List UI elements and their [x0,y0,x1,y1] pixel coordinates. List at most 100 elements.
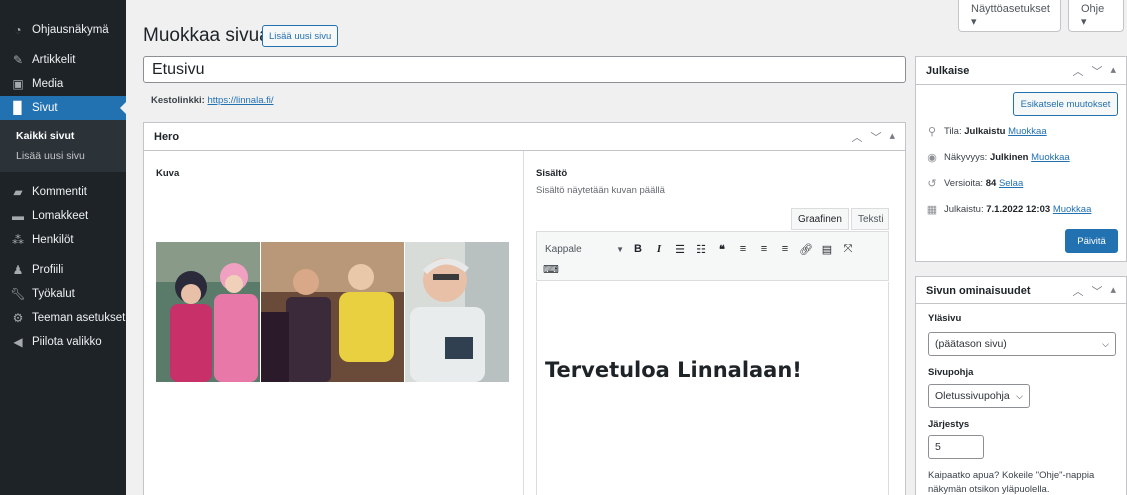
revisions-label: Versioita: [944,178,984,189]
user-icon: ♟ [12,263,24,277]
hero-title: Hero [154,130,180,143]
revisions-value: 84 [985,178,997,189]
collapse-icon: ◀ [13,335,23,349]
move-up-icon[interactable]: ︿ [1072,63,1083,79]
hero-photo-children[interactable] [156,242,260,382]
tab-text[interactable]: Teksti [851,208,889,230]
screen-options-button[interactable]: Näyttöasetukset ▾ [958,0,1061,32]
published-label: Julkaistu: [944,204,984,215]
image-label: Kuva [156,168,180,179]
pin-icon: ✎ [12,53,24,67]
status-value: Julkaistu [964,126,1006,137]
editor-toolbar: Kappale ▼ B I ☰ ☷ ❝ ≡ ≡ ≡ 🔗︎ ▤ ⤧ ⌨ [536,231,889,281]
visibility-value: Julkinen [989,152,1029,163]
add-new-page-button[interactable]: Lisää uusi sivu [262,25,339,47]
permalink: Kestolinkki: https://linnala.fi/ [151,95,274,106]
move-up-icon[interactable]: ︿ [851,129,862,145]
toggle-panel-icon[interactable]: ▴ [889,129,895,145]
hero-header: Hero ︿ ﹀ ▴ [144,123,905,151]
toggle-panel-icon[interactable]: ▴ [1110,283,1116,299]
media-icon: ▣ [12,77,24,91]
chevron-down-icon: ▼ [616,244,624,254]
sidebar-item-label: Profiili [32,264,64,276]
sidebar-item-label: Henkilöt [32,234,74,246]
hero-photo-elderly-man[interactable] [405,242,509,382]
numbered-list-icon[interactable]: ☷ [693,240,709,258]
sidebar-item-comments[interactable]: ▰ Kommentit [0,180,126,204]
hero-photo-dancers[interactable] [261,242,404,382]
sidebar-collapse-menu[interactable]: ◀ Piilota valikko [0,330,126,354]
bullet-list-icon[interactable]: ☰ [672,240,688,258]
align-center-icon[interactable]: ≡ [756,240,772,258]
link-icon[interactable]: 🔗︎ [798,240,814,258]
bold-icon[interactable]: B [630,240,646,258]
sidebar-item-label: Media [32,78,64,90]
content-label: Sisältö [536,168,568,179]
sidebar-item-theme-settings[interactable]: ⚙ Teeman asetukset [0,306,126,330]
attributes-help-text: Kaipaatko apua? Kokeile "Ohje"-nappia nä… [928,470,1095,495]
status-label: Tila: [944,126,962,137]
visibility-edit-link[interactable]: Muokkaa [1031,152,1070,163]
submenu-all-pages[interactable]: Kaikki sivut [0,126,126,146]
read-more-icon[interactable]: ▤ [819,240,835,258]
published-edit-link[interactable]: Muokkaa [1053,204,1092,215]
status-edit-link[interactable]: Muokkaa [1008,126,1047,137]
template-select-value: Oletussivupohja [935,390,1010,402]
parent-select[interactable]: (päätason sivu) ⌵ [928,332,1116,356]
sidebar-item-tools[interactable]: 🔧︎ Työkalut [0,282,126,306]
move-down-icon[interactable]: ﹀ [1091,63,1102,79]
tab-visual[interactable]: Graafinen [791,208,849,230]
wrench-icon: 🔧︎ [10,287,26,301]
preview-changes-button[interactable]: Esikatsele muutokset [1013,92,1118,116]
editor-heading: Tervetuloa Linnalaan! [545,358,802,382]
move-down-icon[interactable]: ﹀ [1091,283,1102,299]
order-label: Järjestys [928,419,970,430]
sidebar-item-posts[interactable]: ✎ Artikkelit [0,48,126,72]
toolbar-toggle-icon[interactable]: ⌨ [543,260,559,278]
italic-icon[interactable]: I [651,240,667,258]
revisions-icon: ↺ [927,178,937,190]
order-input[interactable]: 5 [928,435,984,459]
help-button[interactable]: Ohje ▾ [1068,0,1124,32]
template-select[interactable]: Oletussivupohja ⌵ [928,384,1030,408]
move-down-icon[interactable]: ﹀ [870,129,881,145]
sidebar-item-forms[interactable]: ▬ Lomakkeet [0,204,126,228]
eye-icon: ◉ [927,152,937,164]
fullscreen-icon[interactable]: ⤧ [840,240,856,258]
page-title: Muokkaa sivua [143,25,270,46]
people-icon: ⁂ [12,233,24,247]
blockquote-icon[interactable]: ❝ [714,240,730,258]
status-row: ⚲ Tila: Julkaistu Muokkaa [926,125,1047,138]
sidebar-item-label: Ohjausnäkymä [32,24,109,36]
sidebar-item-profile[interactable]: ♟ Profiili [0,258,126,282]
move-up-icon[interactable]: ︿ [1072,283,1083,299]
hero-content-field: Sisältö Sisältö näytetään kuvan päällä G… [524,151,905,495]
page-attributes-metabox: Sivun ominaisuudet ︿ ﹀ ▴ Yläsivu (päätas… [915,276,1127,495]
publish-title: Julkaise [926,64,970,77]
template-label: Sivupohja [928,367,974,378]
page-icon: ▉ [13,101,23,115]
submenu-add-new-page[interactable]: Lisää uusi sivu [0,146,126,166]
revisions-browse-link[interactable]: Selaa [999,178,1023,189]
align-right-icon[interactable]: ≡ [777,240,793,258]
sidebar-item-label: Piilota valikko [32,336,102,348]
dashboard-icon: ◔ [14,23,22,37]
sidebar-item-label: Kommentit [32,186,87,198]
sidebar-item-label: Teeman asetukset [32,312,126,324]
update-button[interactable]: Päivitä [1065,229,1118,253]
hero-metabox: Hero ︿ ﹀ ▴ Kuva Sisältö Sisältö näytetää… [143,122,906,495]
align-left-icon[interactable]: ≡ [735,240,751,258]
publish-header: Julkaise ︿ ﹀ ▴ [916,57,1126,85]
toggle-panel-icon[interactable]: ▴ [1110,63,1116,79]
format-select[interactable]: Kappale ▼ [543,239,626,259]
attributes-title: Sivun ominaisuudet [926,284,1031,297]
sidebar-item-dashboard[interactable]: ◔ Ohjausnäkymä [0,18,126,42]
sidebar-item-media[interactable]: ▣ Media [0,72,126,96]
pages-submenu: Kaikki sivut Lisää uusi sivu [0,120,126,172]
sidebar-item-label: Lomakkeet [32,210,89,222]
permalink-link[interactable]: https://linnala.fi/ [208,95,274,106]
sidebar-item-pages[interactable]: ▉ Sivut [0,96,126,120]
sidebar-item-people[interactable]: ⁂ Henkilöt [0,228,126,252]
editor-content-area[interactable]: Tervetuloa Linnalaan! [536,282,889,495]
post-title-input[interactable] [143,56,906,83]
